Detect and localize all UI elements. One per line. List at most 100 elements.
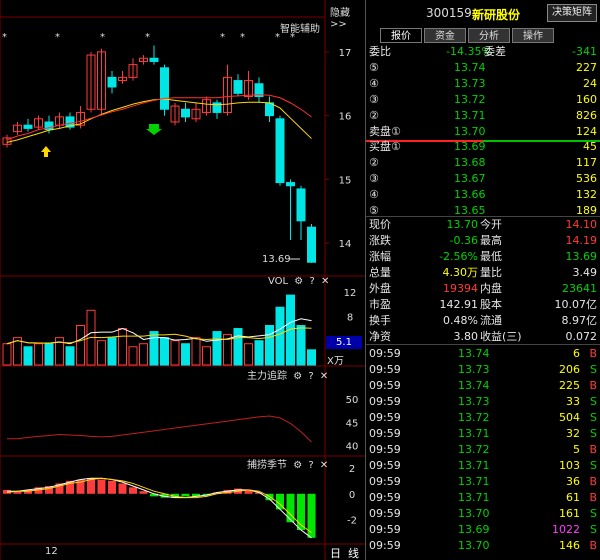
volume-bar (107, 337, 117, 366)
stock-header: 300159 新研股份 决策矩阵 (366, 0, 600, 26)
trade-side: B (589, 539, 597, 552)
swing-bar (108, 480, 116, 494)
volume-bar (44, 343, 54, 366)
assist-label[interactable]: 智能辅助 (280, 20, 320, 35)
trade-time: 09:59 (369, 363, 401, 376)
order-price: 13.67 (454, 172, 486, 185)
trade-price: 13.71 (458, 427, 490, 440)
tab-3[interactable]: 操作 (512, 28, 554, 43)
stat-value: 19394 (443, 282, 478, 295)
stat-label: 换手 (369, 314, 391, 327)
stat-label: 流通 (480, 314, 502, 327)
order-row[interactable]: ④ 13.66 132 (366, 187, 600, 203)
help-icon[interactable]: ? (309, 276, 314, 287)
tab-1[interactable]: 资金 (424, 28, 466, 43)
swing-bar (139, 491, 148, 494)
volume-bar (139, 343, 148, 366)
trade-price: 13.72 (458, 443, 490, 456)
volume-bar (244, 343, 253, 366)
close-icon[interactable]: ✕ (321, 276, 329, 287)
stat-label: 最低 (480, 250, 502, 263)
order-level: ③ (369, 93, 379, 106)
volume-bar (254, 340, 264, 366)
stat-value: 10.07亿 (554, 298, 598, 311)
order-row[interactable]: ③ 13.67 536 (366, 171, 600, 187)
volume-bar (118, 328, 127, 366)
decision-matrix-button[interactable]: 决策矩阵 (547, 4, 597, 22)
order-row[interactable]: 买盘① 13.69 45 (366, 139, 600, 155)
volume-bar (275, 306, 285, 366)
trade-row: 09:59 13.71 36 B (366, 474, 600, 490)
help-icon[interactable]: ? (308, 460, 313, 471)
trade-time: 09:59 (369, 539, 401, 552)
candle-body (233, 80, 243, 94)
candle-body (149, 57, 159, 62)
order-row[interactable]: ② 13.71 826 (366, 108, 600, 124)
close-icon[interactable]: ✕ (320, 371, 328, 382)
order-row[interactable]: ④ 13.73 24 (366, 76, 600, 92)
volume-bar (296, 325, 306, 366)
trade-row: 09:59 13.73 206 S (366, 362, 600, 378)
order-row[interactable]: ③ 13.72 160 (366, 92, 600, 108)
period-day[interactable]: 日 (330, 545, 341, 560)
trade-row: 09:59 13.74 6 B (366, 346, 600, 362)
quote-panel: 300159 新研股份 决策矩阵 报价 资金 分析 操作 委比 -14.35% 委差 … (365, 0, 600, 560)
trade-side: S (590, 411, 597, 424)
volume-bar (2, 343, 12, 366)
star-marker: * (220, 32, 225, 43)
order-row[interactable]: 卖盘① 13.70 124 (366, 124, 600, 140)
trade-volume: 1022 (552, 523, 580, 536)
last-price-label: 13.69 (262, 254, 291, 265)
tab-0[interactable]: 报价 (380, 28, 422, 43)
tab-2[interactable]: 分析 (468, 28, 510, 43)
hide-button[interactable]: 隐藏>> (330, 4, 365, 30)
trade-volume: 33 (566, 395, 580, 408)
trade-price: 13.74 (458, 347, 490, 360)
period-line[interactable]: 线 (348, 545, 359, 560)
vol-scale-box: 5.1 (326, 336, 362, 349)
stat-label: 现价 (369, 218, 391, 231)
trade-time: 09:59 (369, 395, 401, 408)
chart-area[interactable]: * * * * * * * * 17 16 15 14 13.69 12 8 50 45 40 2 0 -2 智能辅助 … (0, 0, 365, 560)
stat-label: 总量 (369, 266, 391, 279)
order-level: 买盘① (369, 140, 401, 153)
volume-bar (265, 325, 274, 366)
order-level: ⑤ (369, 61, 379, 74)
trade-price: 13.73 (458, 395, 490, 408)
order-row[interactable]: ② 13.68 117 (366, 155, 600, 171)
trade-volume: 504 (559, 411, 580, 424)
stat-label: 涨幅 (369, 250, 391, 263)
stat-value: -2.56% (439, 250, 478, 263)
gear-icon[interactable]: ⚙ (294, 276, 303, 287)
stat-value: 3.49 (572, 266, 598, 279)
trade-row: 09:59 13.72 504 S (366, 410, 600, 426)
star-marker: * (100, 32, 105, 43)
swing-label: 捕捞季节 (247, 460, 287, 471)
gear-icon[interactable]: ⚙ (293, 371, 302, 382)
help-icon[interactable]: ? (308, 371, 313, 382)
close-icon[interactable]: ✕ (320, 460, 328, 471)
trade-price: 13.71 (458, 491, 490, 504)
trade-row: 09:59 13.70 146 B (366, 538, 600, 554)
swing-tick-label: 2 (349, 464, 355, 475)
trade-volume: 6 (573, 347, 580, 360)
trade-price: 13.71 (458, 459, 490, 472)
trade-volume: 206 (559, 363, 580, 376)
period-switch[interactable]: 日 线 (326, 544, 364, 560)
order-row[interactable]: ⑤ 13.74 227 (366, 60, 600, 76)
vol-scale-value: 5.1 (336, 337, 352, 348)
order-price: 13.68 (454, 156, 486, 169)
candle-body (181, 108, 190, 118)
date-label: 12 (45, 546, 58, 557)
swing-bar (129, 487, 137, 494)
stat-value: 0.072 (565, 330, 598, 343)
trade-time: 09:59 (369, 347, 401, 360)
gear-icon[interactable]: ⚙ (293, 460, 302, 471)
stat-value: -0.36 (449, 234, 478, 247)
volume-bar (202, 346, 211, 366)
volume-bar (23, 346, 33, 366)
diff-label: 委差 (484, 45, 506, 58)
order-volume: 24 (583, 77, 597, 90)
stat-label: 收益(三) (480, 330, 522, 343)
swing-tick-label: 0 (349, 490, 355, 501)
